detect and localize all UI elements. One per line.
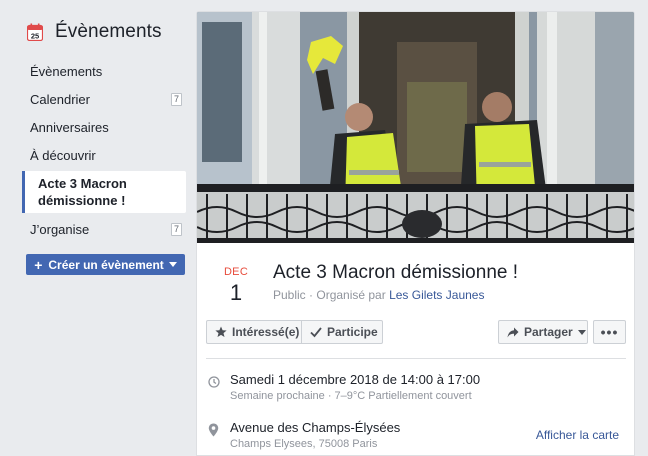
event-title: Acte 3 Macron démissionne ! — [273, 262, 519, 283]
event-month: DEC — [223, 266, 249, 278]
event-weather: Semaine prochaine · 7–9°C Partiellement … — [230, 390, 472, 402]
divider — [206, 358, 626, 359]
show-map-link[interactable]: Afficher la carte — [536, 428, 619, 442]
sidebar-item-label: À découvrir — [30, 147, 96, 163]
create-event-label: Créer un évènement — [48, 257, 164, 272]
share-arrow-icon — [507, 327, 519, 337]
sidebar-item-label: J’organise — [30, 221, 90, 237]
event-card: DEC 1 Acte 3 Macron démissionne ! Public… — [196, 11, 635, 456]
event-day: 1 — [229, 280, 243, 305]
sidebar-item-label: Évènements — [30, 63, 103, 79]
check-icon — [310, 327, 322, 338]
calendar-icon: 25 — [27, 23, 43, 41]
event-date-badge: DEC 1 — [219, 266, 253, 306]
event-cover-photo[interactable] — [197, 12, 634, 243]
event-location: Avenue des Champs-Élysées — [230, 420, 401, 435]
event-address: Champs Elysees, 75008 Paris — [230, 438, 378, 450]
left-sidebar: 25 Évènements Évènements Calendrier 7 An… — [0, 0, 195, 456]
sidebar-item-discover[interactable]: À découvrir — [22, 141, 186, 169]
star-icon — [215, 326, 227, 337]
more-options-button[interactable]: ••• — [593, 320, 626, 344]
create-event-button[interactable]: + Créer un évènement — [26, 254, 185, 275]
sidebar-header: 25 Évènements — [27, 21, 162, 43]
chevron-down-icon — [168, 262, 177, 267]
sidebar-item-hosting[interactable]: J’organise 7 — [22, 215, 186, 243]
sidebar-item-current-event[interactable]: Acte 3 Macron démissionne ! — [22, 171, 186, 213]
interested-label: Intéressé(e) — [232, 325, 300, 339]
location-pin-icon — [208, 423, 219, 442]
hosting-count-badge: 7 — [171, 223, 182, 236]
sidebar-item-label: Anniversaires — [30, 119, 109, 135]
sidebar-nav: Évènements Calendrier 7 Anniversaires À … — [22, 57, 186, 243]
plus-icon: + — [34, 256, 43, 273]
event-time: Samedi 1 décembre 2018 de 14:00 à 17:00 — [230, 372, 481, 387]
sidebar-item-label: Calendrier — [30, 91, 90, 107]
event-privacy: Public — [273, 288, 306, 302]
share-label: Partager — [524, 325, 573, 339]
svg-text:25: 25 — [31, 32, 39, 41]
clock-icon — [208, 375, 220, 393]
organized-by-label: · Organisé par — [309, 288, 386, 302]
event-subtitle: Public · Organisé par Les Gilets Jaunes — [273, 288, 484, 302]
share-button[interactable]: Partager — [498, 320, 588, 344]
interested-button[interactable]: Intéressé(e) — [206, 320, 302, 344]
sidebar-item-calendar[interactable]: Calendrier 7 — [22, 85, 186, 113]
going-label: Participe — [327, 325, 378, 339]
chevron-down-icon — [577, 329, 586, 335]
sidebar-item-label-line1: Acte 3 Macron — [38, 176, 127, 191]
sidebar-item-events[interactable]: Évènements — [22, 57, 186, 85]
sidebar-title: Évènements — [55, 21, 162, 42]
calendar-count-badge: 7 — [171, 93, 182, 106]
organizer-link[interactable]: Les Gilets Jaunes — [389, 288, 484, 302]
sidebar-item-birthdays[interactable]: Anniversaires — [22, 113, 186, 141]
going-button[interactable]: Participe — [301, 320, 383, 344]
sidebar-item-label-line2: démissionne ! — [38, 193, 126, 208]
